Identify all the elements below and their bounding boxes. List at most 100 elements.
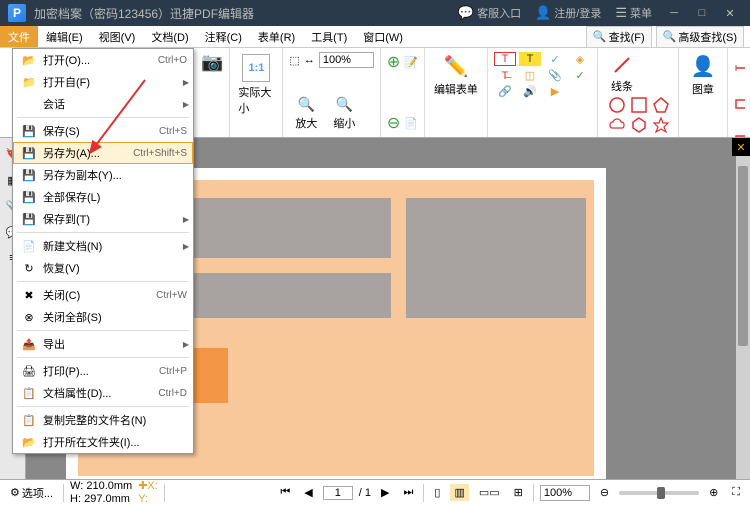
layout-single-button[interactable]: ▯ <box>430 484 444 501</box>
fit-width-button[interactable]: ↔ <box>304 54 315 66</box>
first-page-button[interactable]: ⏮ <box>276 484 294 501</box>
hamburger-icon: ☰ <box>615 5 627 21</box>
options-button[interactable]: ⚙选项... <box>6 483 57 503</box>
highlight-tool[interactable]: T <box>519 52 541 66</box>
star-shape[interactable] <box>652 116 670 134</box>
adv-search-button[interactable]: 🔍高级查找(S) <box>656 26 744 48</box>
chevron-right-icon: ▶ <box>183 340 189 349</box>
menu-view[interactable]: 视图(V) <box>91 26 144 47</box>
layout-facing-cont-button[interactable]: ⊞ <box>510 484 527 501</box>
link-tool[interactable]: 🔗 <box>494 85 516 98</box>
fm-new-doc[interactable]: 📄新建文档(N)▶ <box>13 235 193 257</box>
fm-save-all[interactable]: 💾全部保存(L) <box>13 186 193 208</box>
pentagon-shape[interactable] <box>652 96 670 114</box>
zoom-slider-handle[interactable] <box>657 487 665 499</box>
zoom-status-input[interactable] <box>540 485 590 501</box>
menu-tool[interactable]: 工具(T) <box>303 26 355 47</box>
fm-session[interactable]: 会话▶ <box>13 93 193 115</box>
stamp-tool[interactable]: ◈ <box>569 52 591 66</box>
square-shape[interactable] <box>630 96 648 114</box>
fm-close-all[interactable]: ⊗关闭全部(S) <box>13 306 193 328</box>
zoom-input[interactable] <box>319 52 374 68</box>
add-tool-button[interactable]: ⊕ <box>387 52 400 72</box>
fm-properties[interactable]: 📋文档属性(D)...Ctrl+D <box>13 382 193 404</box>
close-all-icon: ⊗ <box>19 311 39 324</box>
fm-save-to[interactable]: 💾保存到(T)▶ <box>13 208 193 230</box>
note-tool[interactable]: ◫ <box>519 69 541 82</box>
scrollbar-thumb[interactable] <box>738 166 748 346</box>
circle-shape[interactable] <box>608 96 626 114</box>
strikethrough-tool[interactable]: T̶ <box>494 69 516 82</box>
fm-print[interactable]: 🖨打印(P)...Ctrl+P <box>13 360 193 382</box>
edit-form-button[interactable]: ✏️ 编辑表单 <box>431 52 481 99</box>
doc-tab-close[interactable]: ✕ <box>732 138 750 156</box>
text-tool2-button[interactable]: 📄 <box>404 117 418 130</box>
fm-open[interactable]: 📂打开(O)...Ctrl+O <box>13 49 193 71</box>
line-tool-button[interactable]: 线条 <box>604 52 640 96</box>
close-button[interactable]: ✕ <box>718 3 742 23</box>
copy-name-icon: 📋 <box>19 414 39 427</box>
menu-file[interactable]: 文件 <box>0 26 38 47</box>
chevron-right-icon: ▶ <box>183 242 189 251</box>
underline-tool[interactable]: ✓ <box>544 52 566 66</box>
zoom-in-icon: 🔍 <box>298 96 315 113</box>
search-button[interactable]: 🔍查找(F) <box>586 26 652 48</box>
video-tool[interactable]: ▶ <box>544 85 566 98</box>
stamp-button[interactable]: 👤 图章 <box>685 52 721 99</box>
layout-continuous-button[interactable]: ▥ <box>450 484 468 501</box>
fit-page-button[interactable]: ⬚ <box>289 54 299 67</box>
attach-tool[interactable]: 📎 <box>544 69 566 82</box>
cursor-position: ✚X: Y: <box>138 480 158 504</box>
menu-comment[interactable]: 注释(C) <box>197 26 250 47</box>
layout-facing-button[interactable]: ▭▭ <box>475 484 504 501</box>
fm-save-copy[interactable]: 💾另存为副本(Y)... <box>13 164 193 186</box>
menu-document[interactable]: 文档(D) <box>143 26 196 47</box>
save-copy-icon: 💾 <box>19 169 39 182</box>
perimeter-tool[interactable]: 周长 <box>734 88 750 120</box>
fm-open-folder[interactable]: 📂打开所在文件夹(I)... <box>13 431 193 453</box>
main-menu-button[interactable]: ☰菜单 <box>615 5 652 21</box>
sound-tool[interactable]: 🔊 <box>519 85 541 98</box>
distance-tool[interactable]: 距离 <box>734 52 750 84</box>
vertical-scrollbar[interactable] <box>736 156 750 479</box>
login-button[interactable]: 👤注册/登录 <box>535 5 601 21</box>
actual-size-button[interactable]: 1:1 实际大小 <box>236 52 276 118</box>
check-tool[interactable]: ✓ <box>569 69 591 82</box>
area-tool[interactable]: 面积 <box>734 124 750 138</box>
page-input[interactable] <box>323 486 353 500</box>
save-all-icon: 💾 <box>19 191 39 204</box>
maximize-button[interactable]: □ <box>690 3 714 23</box>
folder-icon: 📁 <box>19 76 39 89</box>
menu-form[interactable]: 表单(R) <box>250 26 303 47</box>
zoom-slider[interactable] <box>619 491 699 495</box>
text-tool-button[interactable]: 📝 <box>404 56 418 69</box>
zoom-in-status-button[interactable]: ⊕ <box>705 484 722 501</box>
prev-page-button[interactable]: ◀ <box>300 484 316 501</box>
zoom-out-status-button[interactable]: ⊖ <box>596 484 613 501</box>
zoom-out-button[interactable]: 🔍缩小 <box>327 94 361 133</box>
fullscreen-button[interactable]: ⛶ <box>728 484 744 501</box>
feedback-button[interactable]: 💬客服入口 <box>458 5 521 21</box>
camera-button[interactable]: 📷 <box>201 52 223 73</box>
fm-open-from[interactable]: 📁打开自(F)▶ <box>13 71 193 93</box>
menu-edit[interactable]: 编辑(E) <box>38 26 91 47</box>
minus-tool-button[interactable]: ⊖ <box>387 113 400 133</box>
menu-window[interactable]: 窗口(W) <box>355 26 411 47</box>
fm-save-as[interactable]: 💾另存为(A)...Ctrl+Shift+S <box>13 142 193 164</box>
fm-export[interactable]: 📤导出▶ <box>13 333 193 355</box>
last-page-button[interactable]: ⏭ <box>399 484 417 501</box>
cloud-shape[interactable] <box>608 116 626 134</box>
fm-copy-name[interactable]: 📋复制完整的文件名(N) <box>13 409 193 431</box>
hexagon-shape[interactable] <box>630 116 648 134</box>
fm-save[interactable]: 💾保存(S)Ctrl+S <box>13 120 193 142</box>
fm-recover[interactable]: ↻恢复(V) <box>13 257 193 279</box>
textbox-tool[interactable]: T <box>494 52 516 66</box>
page-total: / 1 <box>359 487 371 499</box>
save-to-icon: 💾 <box>19 213 39 226</box>
gear-icon: ⚙ <box>10 486 20 499</box>
fm-close[interactable]: ✖关闭(C)Ctrl+W <box>13 284 193 306</box>
zoom-in-button[interactable]: 🔍放大 <box>289 94 323 133</box>
minimize-button[interactable]: ─ <box>662 3 686 23</box>
next-page-button[interactable]: ▶ <box>377 484 393 501</box>
page-dimensions: W: 210.0mm H: 297.0mm <box>70 480 132 504</box>
